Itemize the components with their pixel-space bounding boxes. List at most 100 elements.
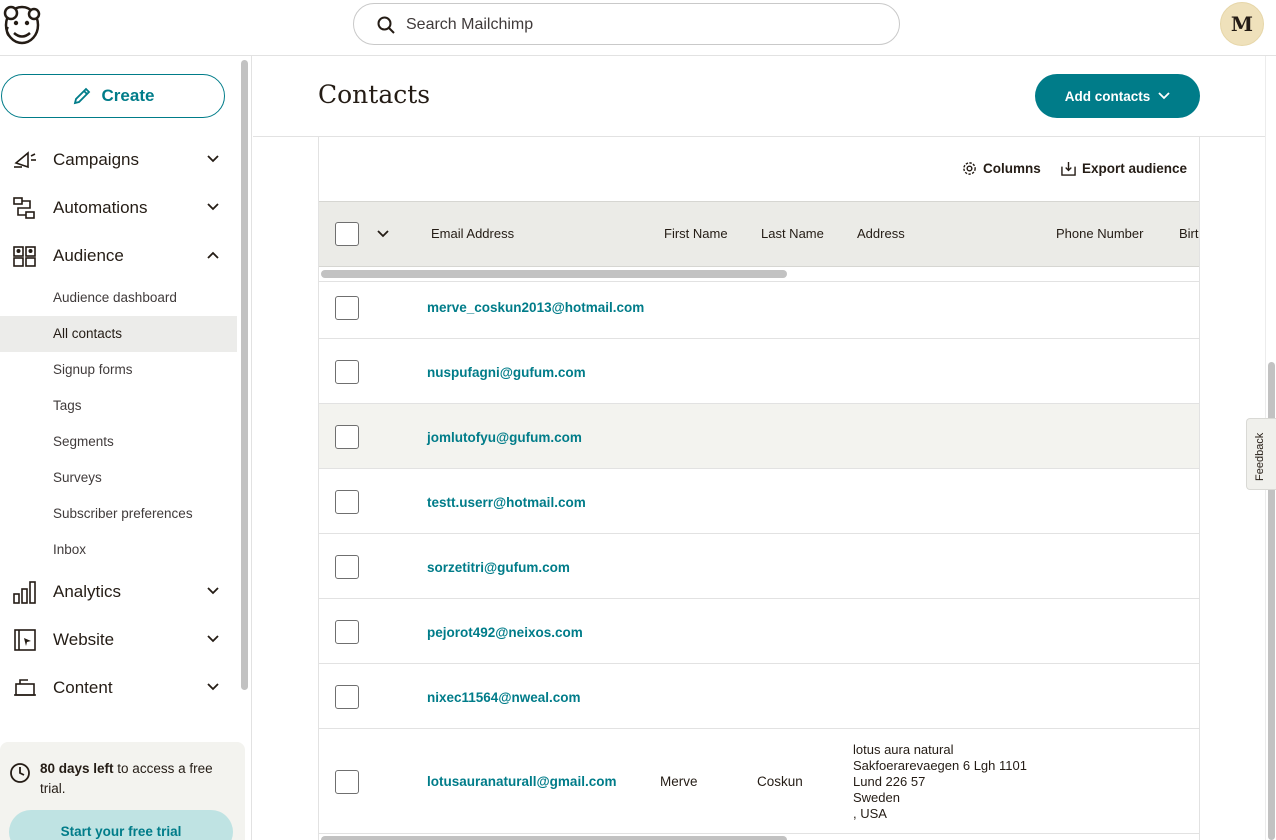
column-header-email[interactable]: Email Address — [431, 226, 514, 241]
column-header-last-name[interactable]: Last Name — [761, 226, 824, 241]
sidebar-item-website[interactable]: Website — [0, 616, 237, 664]
sidebar-item-label: Analytics — [53, 582, 122, 601]
sidebar-subitem-surveys[interactable]: Surveys — [0, 460, 237, 496]
sidebar-scrollbar[interactable] — [241, 60, 248, 690]
columns-label: Columns — [983, 161, 1041, 176]
table-row[interactable]: nixec11564@nweal.com — [319, 663, 1199, 729]
feedback-label: Feedback — [1254, 432, 1266, 481]
chevron-down-icon[interactable] — [377, 230, 389, 238]
create-label: Create — [101, 86, 155, 105]
columns-button[interactable]: Columns — [962, 161, 1041, 176]
subitem-label: Audience dashboard — [53, 290, 177, 305]
sidebar-subitem-all-contacts[interactable]: All contacts — [0, 316, 237, 352]
sidebar-item-analytics[interactable]: Analytics — [0, 568, 237, 616]
row-checkbox[interactable] — [335, 620, 359, 644]
address-line: lotus aura natural — [853, 742, 954, 757]
chevron-down-icon — [1158, 92, 1170, 100]
export-audience-button[interactable]: Export audience — [1061, 161, 1187, 176]
sidebar-item-audience[interactable]: Audience — [0, 232, 237, 280]
sidebar-subitem-audience-dashboard[interactable]: Audience dashboard — [0, 280, 237, 316]
website-icon — [13, 628, 37, 652]
trial-days: 80 days left — [40, 761, 114, 776]
sidebar-item-automations[interactable]: Automations — [0, 184, 237, 232]
sidebar-item-campaigns[interactable]: Campaigns — [0, 136, 237, 184]
feedback-tab[interactable]: Feedback — [1246, 418, 1276, 490]
contact-email-link[interactable]: nuspufagni@gufum.com — [427, 365, 586, 380]
export-icon — [1061, 161, 1076, 176]
select-all-checkbox[interactable] — [335, 222, 359, 246]
contact-email-link[interactable]: sorzetitri@gufum.com — [427, 560, 570, 575]
add-contacts-label: Add contacts — [1064, 88, 1151, 104]
gear-icon — [962, 161, 977, 176]
horizontal-scrollbar[interactable] — [321, 270, 787, 278]
contact-email-link[interactable]: jomlutofyu@gufum.com — [427, 430, 582, 445]
sidebar-item-label: Content — [53, 678, 113, 697]
table-row[interactable]: sorzetitri@gufum.com — [319, 533, 1199, 599]
page-title: Contacts — [318, 80, 431, 109]
contact-email-link[interactable]: testt.userr@hotmail.com — [427, 495, 586, 510]
table-row[interactable]: merve_coskun2013@hotmail.com — [319, 281, 1199, 339]
audience-icon — [13, 244, 37, 268]
sidebar-item-label: Campaigns — [53, 150, 139, 169]
content-icon — [13, 676, 37, 700]
pencil-icon — [72, 86, 92, 106]
sidebar-subitem-subscriber-preferences[interactable]: Subscriber preferences — [0, 496, 237, 532]
row-checkbox[interactable] — [335, 360, 359, 384]
create-button[interactable]: Create — [1, 74, 225, 118]
row-checkbox[interactable] — [335, 425, 359, 449]
contact-email-link[interactable]: pejorot492@neixos.com — [427, 625, 583, 640]
contact-email-link[interactable]: nixec11564@nweal.com — [427, 690, 581, 705]
table-row[interactable]: nuspufagni@gufum.com — [319, 338, 1199, 404]
sidebar: Create Campaigns Automations Audience Au… — [0, 56, 252, 840]
row-checkbox[interactable] — [335, 685, 359, 709]
address-line: Sweden — [853, 790, 900, 805]
column-header-phone[interactable]: Phone Number — [1056, 226, 1143, 241]
add-contacts-button[interactable]: Add contacts — [1035, 74, 1200, 118]
contacts-table: Columns Export audience Email Address Fi… — [318, 137, 1200, 840]
subitem-label: Subscriber preferences — [53, 506, 193, 521]
trial-banner: 80 days left to access a free trial. Sta… — [0, 742, 245, 840]
row-checkbox[interactable] — [335, 770, 359, 794]
trial-text: 80 days left to access a free trial. — [40, 759, 230, 799]
address-line: , USA — [853, 806, 887, 821]
row-checkbox[interactable] — [335, 296, 359, 320]
sidebar-subitem-inbox[interactable]: Inbox — [0, 532, 237, 568]
table-row[interactable]: lotusauranaturall@gmail.com Merve Coskun… — [319, 728, 1199, 834]
row-checkbox[interactable] — [335, 555, 359, 579]
first-name-cell: Merve — [660, 774, 698, 789]
subitem-label: Segments — [53, 434, 114, 449]
export-label: Export audience — [1082, 161, 1188, 176]
top-bar: Search Mailchimp M — [0, 0, 1276, 56]
contact-email-link[interactable]: merve_coskun2013@hotmail.com — [427, 300, 644, 315]
column-header-first-name[interactable]: First Name — [664, 226, 728, 241]
start-free-trial-button[interactable]: Start your free trial — [9, 810, 233, 840]
sidebar-subitem-signup-forms[interactable]: Signup forms — [0, 352, 237, 388]
chevron-up-icon — [206, 250, 220, 260]
subitem-label: Signup forms — [53, 362, 133, 377]
column-header-address[interactable]: Address — [857, 226, 905, 241]
chevron-down-icon — [206, 634, 220, 644]
clock-icon — [9, 762, 31, 784]
horizontal-scrollbar-bottom[interactable] — [321, 836, 787, 840]
table-row[interactable]: pejorot492@neixos.com — [319, 598, 1199, 664]
subitem-label: Tags — [53, 398, 82, 413]
page-header: Contacts Add contacts — [253, 56, 1265, 137]
table-row[interactable]: jomlutofyu@gufum.com — [319, 403, 1199, 469]
avatar[interactable]: M — [1220, 2, 1264, 46]
sidebar-subitem-segments[interactable]: Segments — [0, 424, 237, 460]
row-checkbox[interactable] — [335, 490, 359, 514]
table-row[interactable]: testt.userr@hotmail.com — [319, 468, 1199, 534]
contact-email-link[interactable]: lotusauranaturall@gmail.com — [427, 774, 616, 789]
search-input[interactable]: Search Mailchimp — [353, 3, 900, 45]
mailchimp-logo-icon[interactable] — [2, 3, 42, 45]
main-content: Contacts Add contacts Columns Export aud… — [253, 56, 1276, 840]
sidebar-item-content[interactable]: Content — [0, 664, 237, 712]
chevron-down-icon — [206, 202, 220, 212]
bar-chart-icon — [13, 580, 37, 604]
table-header: Email Address First Name Last Name Addre… — [319, 201, 1199, 267]
sidebar-item-label: Website — [53, 630, 115, 649]
column-header-birthday[interactable]: Birt — [1179, 226, 1199, 241]
subitem-label: All contacts — [53, 326, 123, 341]
sidebar-subitem-tags[interactable]: Tags — [0, 388, 237, 424]
address-line: Lund 226 57 — [853, 774, 926, 789]
